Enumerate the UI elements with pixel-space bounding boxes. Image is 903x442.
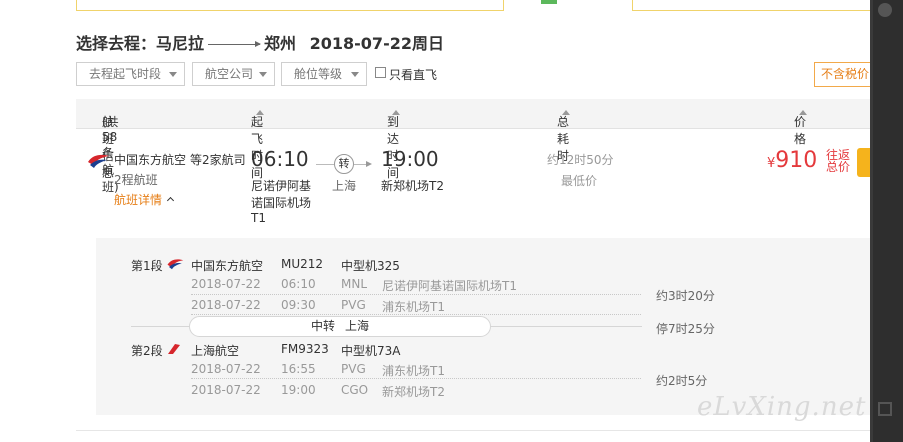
china-eastern-logo-icon [88,154,109,168]
segment-1-dep-code: MNL [341,277,368,291]
chevron-down-icon [351,72,359,77]
chevron-up-icon [166,196,175,205]
layover-city: 上海 [345,319,370,333]
lowest-price-tag: 最低价 [561,174,598,188]
route-line [316,164,334,165]
segment-2-dep-airport: 浦东机场T1 [382,364,445,378]
filter-airline[interactable]: 航空公司 [192,62,275,86]
title-prefix: 选择去程： [76,34,157,53]
airline-name: 中国东方航空 [114,153,187,167]
sort-duration[interactable]: 总耗时 [557,106,570,163]
price: ¥910 [767,148,817,173]
top-panel-right [632,0,872,11]
round-trip-label: 往返 总价 [826,149,850,173]
shanghai-airlines-logo-icon [168,344,180,354]
segment-2-dep-time: 16:55 [281,362,316,376]
segment-2-airline: 上海航空 [191,344,240,358]
segment-2-duration: 约2时5分 [656,374,708,388]
segment-1-arr-time: 09:30 [281,298,316,312]
layover-label: 中转 [310,319,335,333]
toolbar-inner [873,0,903,442]
flight-airline: 中国东方航空 等2家航司 [114,151,246,168]
dotted-divider [191,294,641,295]
row-divider [76,430,874,431]
price-value: 910 [775,148,818,173]
layover-duration: 停7时25分 [656,322,715,336]
toolbar-icon[interactable] [878,402,892,416]
segment-1-dep-date: 2018-07-22 [191,277,261,291]
transfer-city: 上海 [332,179,357,193]
chevron-down-icon [259,72,267,77]
segment-2-arr-date: 2018-07-22 [191,383,261,397]
depart-airport-line1: 尼诺伊阿基 [251,179,312,193]
page-title: 选择去程：马尼拉 郑州 2018-07-22周日 [76,30,444,54]
filter-depart-time[interactable]: 去程起飞时段 [76,62,185,86]
arrive-airport: 新郑机场T2 [381,179,444,193]
depart-airport-line3: T1 [251,211,266,225]
travel-date: 2018-07-22周日 [309,34,444,53]
filter-label: 去程起飞时段 [89,67,162,81]
total-duration: 约12时50分 [547,153,614,167]
layover-pill: 中转 上海 [189,316,491,337]
arrive-time: 19:00 [381,147,439,171]
direct-only-label[interactable]: 只看直飞 [389,66,437,83]
sort-price-label: 价格 [794,115,807,146]
depart-time: 06:10 [251,147,309,171]
segment-2-arr-code: CGO [341,383,369,397]
filter-label: 舱位等级 [294,67,343,81]
segment-1-aircraft[interactable]: 中型机325 [341,257,400,274]
results-header: 航班信息 (共58条航班) 起飞时间 到达时间 总耗时 价格 [76,99,874,194]
toolbar-icon[interactable] [878,3,892,17]
legs-note: 2程航班 [114,173,158,187]
segment-1-dep-time: 06:10 [281,277,316,291]
arrow-right-icon [366,161,372,167]
route-arrow-icon [208,41,262,47]
origin-city: 马尼拉 [156,34,205,53]
flight-detail-label: 航班详情 [114,193,163,207]
segment-1-duration: 约3时20分 [656,289,715,303]
transfer-badge: 转 [334,154,354,174]
exclude-tax-label: 不含税价 [821,67,870,81]
dotted-divider [191,378,641,379]
sort-arrive[interactable]: 到达时间 [387,106,400,180]
depart-airport-line2: 诺国际机场 [251,196,312,210]
filter-label: 航空公司 [205,67,254,81]
flight-detail-link[interactable]: 航班详情 [114,191,175,208]
segment-2-flight-no: FM9323 [281,342,329,356]
segment-1-label: 第1段 [131,259,163,273]
exclude-tax-button[interactable]: 不含税价 [814,62,874,87]
china-eastern-logo-icon [167,259,184,270]
top-panel-left [76,0,504,11]
segment-1-flight-no: MU212 [281,257,324,271]
filter-cabin[interactable]: 舱位等级 [281,62,367,86]
watermark: eLvXing.net [697,392,867,422]
segment-2-dep-date: 2018-07-22 [191,362,261,376]
segment-1-arr-code: PVG [341,298,366,312]
top-green-tab[interactable] [541,0,557,4]
destination-city: 郑州 [264,34,297,53]
segment-1-arr-airport: 浦东机场T1 [382,300,445,314]
segment-2-aircraft[interactable]: 中型机73A [341,342,400,359]
segment-2-label: 第2段 [131,344,163,358]
direct-only-checkbox[interactable] [375,67,386,78]
segment-2-dep-code: PVG [341,362,366,376]
segment-2-arr-airport: 新郑机场T2 [382,385,445,399]
sort-depart[interactable]: 起飞时间 [251,106,264,180]
right-side-toolbar [870,0,903,442]
segment-2-arr-time: 19:00 [281,383,316,397]
segment-1-dep-airport: 尼诺伊阿基诺国际机场T1 [382,279,517,293]
round-trip-line2: 总价 [826,160,851,174]
segment-1-airline: 中国东方航空 [191,259,264,273]
dotted-divider [191,314,641,315]
segment-1-arr-date: 2018-07-22 [191,298,261,312]
airline-extra: 等2家航司 [190,153,246,167]
sort-price[interactable]: 价格 [794,106,807,146]
chevron-down-icon [169,72,177,77]
